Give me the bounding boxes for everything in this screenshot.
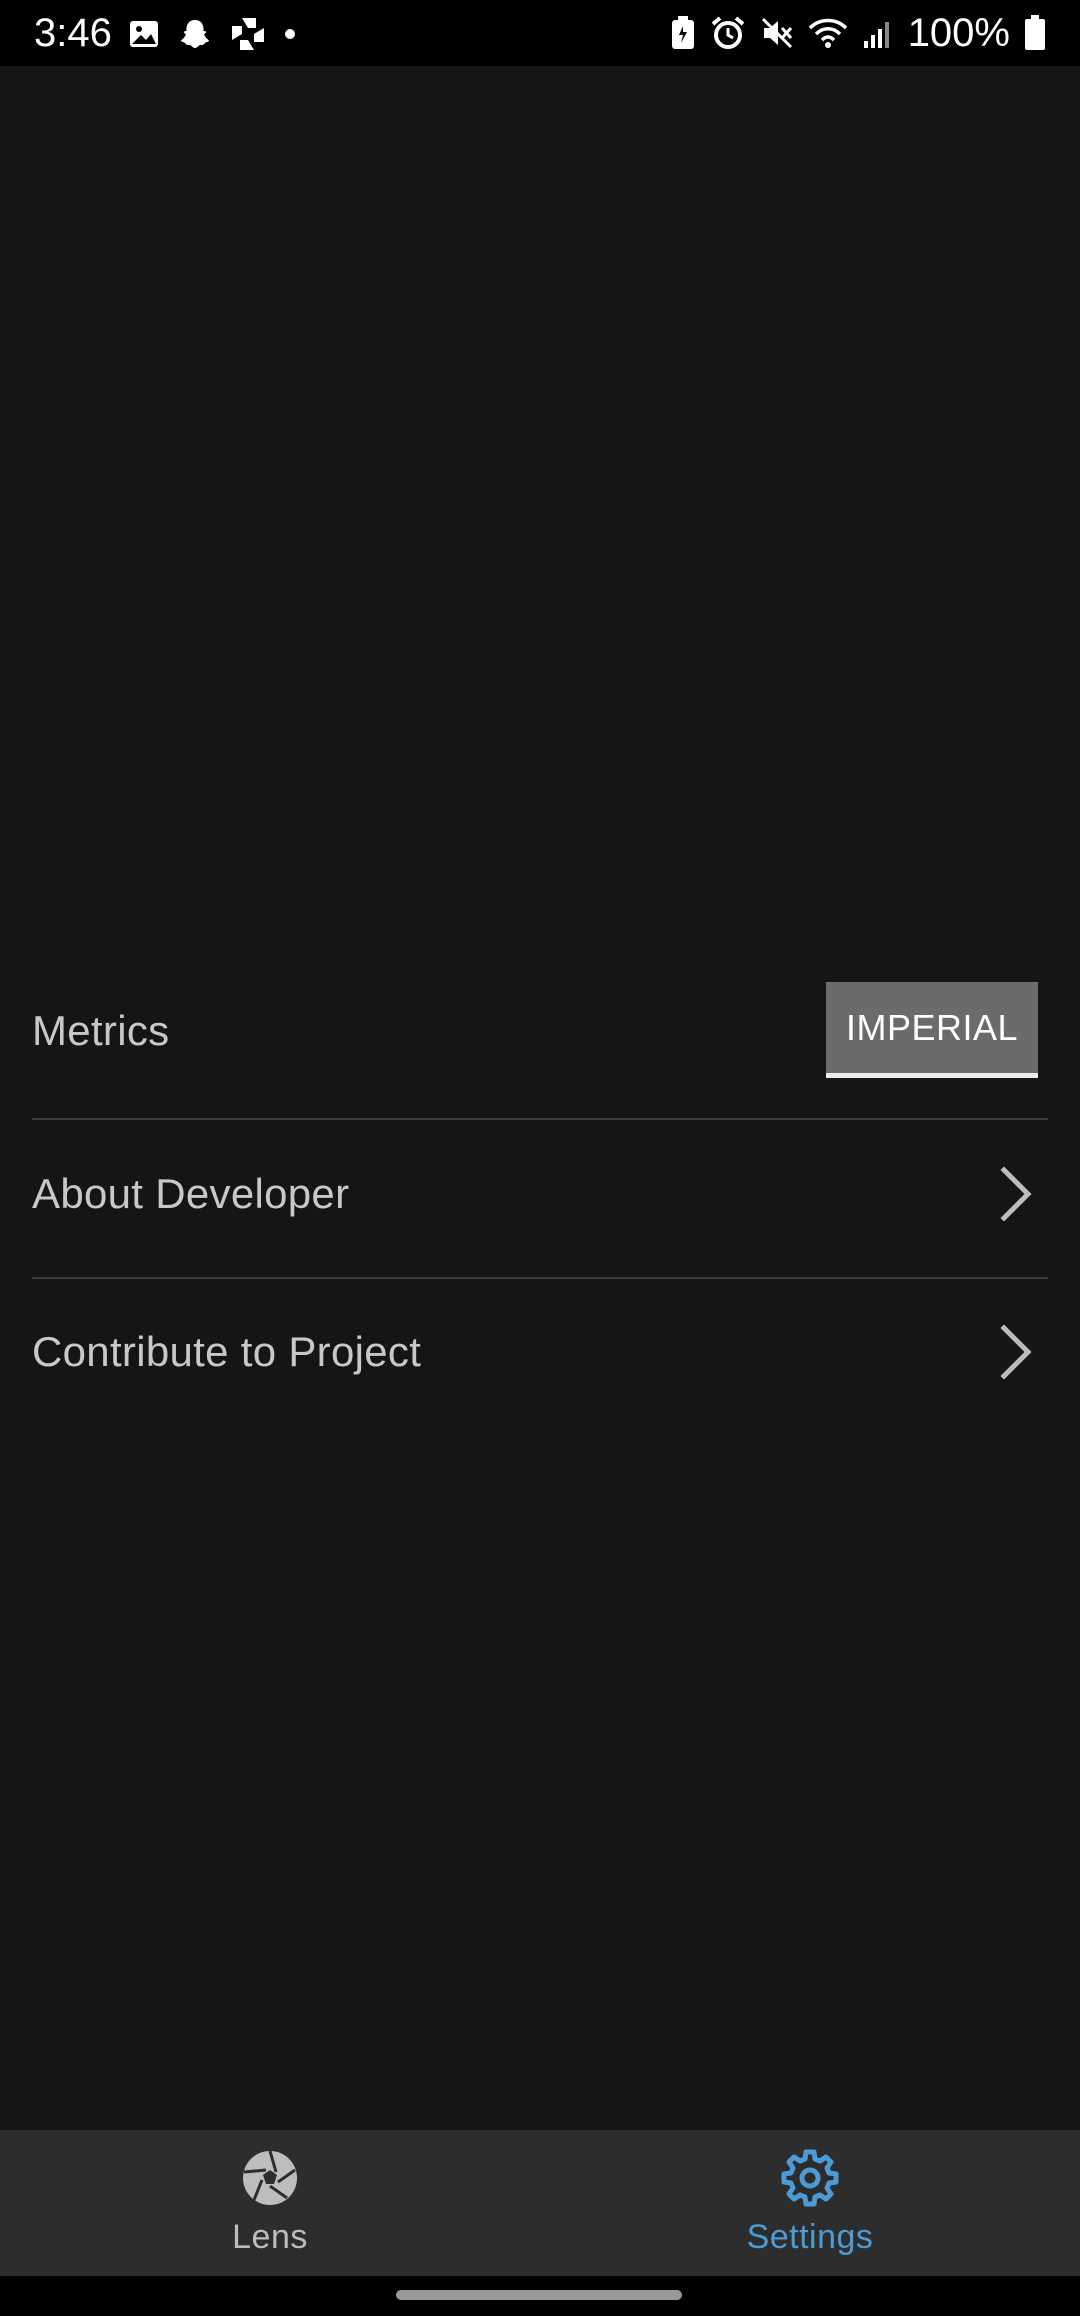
snapchat-icon bbox=[181, 20, 209, 48]
contribute-label: Contribute to Project bbox=[32, 1328, 422, 1375]
bottom-tab-bar: Lens Settings bbox=[0, 2130, 1080, 2276]
battery-icon bbox=[1025, 15, 1045, 50]
gesture-navigation-area bbox=[0, 2276, 1080, 2316]
dot-icon bbox=[285, 29, 295, 39]
tab-lens-label: Lens bbox=[232, 2218, 308, 2256]
metrics-row: Metrics IMPERIAL bbox=[32, 966, 1048, 1096]
alarm-icon bbox=[711, 16, 744, 49]
bank-app-icon bbox=[232, 18, 264, 50]
wifi-icon bbox=[808, 18, 847, 48]
system-status: 100% bbox=[670, 10, 1046, 56]
battery-saver-icon bbox=[671, 16, 694, 49]
battery-percentage: 100% bbox=[907, 11, 1010, 55]
tab-lens[interactable]: Lens bbox=[0, 2130, 540, 2276]
mute-icon bbox=[761, 17, 792, 49]
tab-settings[interactable]: Settings bbox=[540, 2130, 1080, 2276]
about-developer-row[interactable]: About Developer bbox=[32, 1120, 1048, 1268]
home-gesture-handle[interactable] bbox=[396, 2290, 682, 2300]
notification-icons bbox=[128, 16, 296, 52]
chevron-right-icon bbox=[1000, 1324, 1032, 1380]
status-time: 3:46 bbox=[34, 11, 112, 55]
status-bar: 3:46 100% bbox=[0, 0, 1080, 66]
gear-icon bbox=[781, 2149, 839, 2207]
settings-screen: Metrics IMPERIAL About Developer Contrib… bbox=[0, 66, 1080, 2130]
chevron-right-icon bbox=[1000, 1166, 1032, 1222]
tab-settings-label: Settings bbox=[746, 2218, 874, 2256]
image-icon bbox=[130, 21, 158, 47]
contribute-row[interactable]: Contribute to Project bbox=[32, 1278, 1048, 1426]
aperture-icon bbox=[243, 2150, 297, 2205]
metrics-label: Metrics bbox=[32, 1007, 170, 1054]
about-developer-label: About Developer bbox=[32, 1170, 350, 1217]
imperial-toggle-button[interactable]: IMPERIAL bbox=[826, 982, 1038, 1078]
signal-icon bbox=[863, 22, 889, 48]
